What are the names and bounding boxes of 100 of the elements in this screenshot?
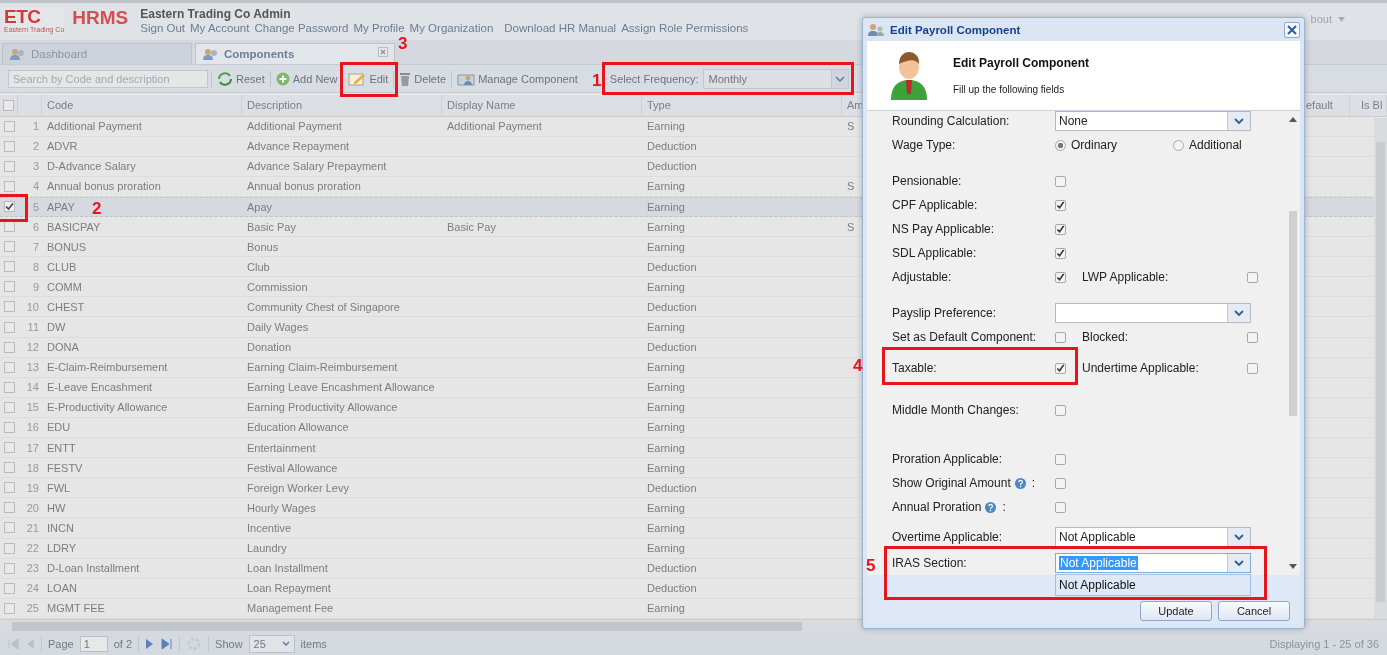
- column-header[interactable]: Is Bl: [1361, 99, 1383, 112]
- header-link[interactable]: My Organization: [409, 22, 494, 34]
- row-checkbox[interactable]: [3, 221, 15, 233]
- table-cell: Incentive: [247, 521, 292, 534]
- checkbox[interactable]: [1055, 362, 1066, 374]
- header-link[interactable]: Assign Role Permissions: [621, 22, 749, 34]
- header-link[interactable]: My Profile: [353, 22, 405, 34]
- column-header[interactable]: efault: [1306, 99, 1333, 112]
- row-checkbox[interactable]: [3, 201, 15, 213]
- previous-page-icon[interactable]: [25, 637, 35, 650]
- radio-option[interactable]: Ordinary: [1055, 138, 1117, 152]
- toolbar-button[interactable]: Edit: [346, 69, 391, 89]
- table-cell: S: [847, 180, 855, 193]
- checkbox[interactable]: [1055, 331, 1066, 343]
- select-all-checkbox[interactable]: [3, 99, 14, 111]
- row-checkbox[interactable]: [3, 462, 15, 474]
- checkbox[interactable]: [1055, 404, 1066, 416]
- toolbar-button[interactable]: Delete: [397, 69, 449, 89]
- row-checkbox[interactable]: [3, 562, 15, 574]
- row-checkbox[interactable]: [3, 482, 15, 494]
- column-header[interactable]: Description: [247, 99, 303, 112]
- row-checkbox[interactable]: [3, 522, 15, 534]
- row-checkbox[interactable]: [3, 582, 15, 594]
- checkbox[interactable]: [1247, 362, 1258, 374]
- users-icon: [9, 47, 25, 61]
- row-checkbox[interactable]: [3, 542, 15, 554]
- toolbar-button[interactable]: Add New: [273, 69, 340, 89]
- checkbox[interactable]: [1247, 271, 1258, 283]
- toolbar-button[interactable]: Reset: [215, 69, 267, 89]
- frequency-dropdown[interactable]: Monthly: [702, 69, 849, 89]
- table-cell: Deduction: [647, 341, 697, 354]
- table-cell: Foreign Worker Levy: [247, 481, 349, 494]
- page-count: of 2: [113, 637, 133, 650]
- column-header[interactable]: Code: [47, 99, 74, 112]
- row-checkbox[interactable]: [3, 160, 15, 172]
- last-page-icon[interactable]: [161, 637, 174, 650]
- row-checkbox[interactable]: [3, 361, 15, 373]
- table-cell: Earning: [647, 381, 685, 394]
- scrollbar-thumb[interactable]: [1289, 211, 1297, 416]
- table-cell: Earning: [647, 602, 685, 615]
- row-checkbox[interactable]: [3, 120, 15, 132]
- toolbar-button[interactable]: Manage Component: [455, 69, 580, 89]
- row-checkbox[interactable]: [3, 321, 15, 333]
- row-checkbox[interactable]: [3, 341, 15, 353]
- checkbox[interactable]: [1055, 223, 1066, 235]
- page-number-field[interactable]: 1: [79, 635, 108, 652]
- dropdown-field[interactable]: [1055, 303, 1251, 323]
- checkbox[interactable]: [1055, 477, 1066, 489]
- dropdown-option[interactable]: Not Applicable: [1056, 575, 1250, 595]
- row-checkbox[interactable]: [3, 401, 15, 413]
- table-cell: Basic Pay: [447, 220, 496, 233]
- row-checkbox[interactable]: [3, 140, 15, 152]
- tab[interactable]: Components: [195, 43, 395, 64]
- dropdown-field[interactable]: Not Applicable: [1055, 527, 1251, 547]
- field-label: Wage Type:: [892, 138, 956, 152]
- about-menu[interactable]: bout: [1310, 13, 1332, 25]
- row-checkbox[interactable]: [3, 502, 15, 514]
- help-icon[interactable]: [1014, 477, 1026, 489]
- close-button[interactable]: [1284, 21, 1300, 38]
- table-cell: LDRY: [47, 542, 77, 555]
- row-checkbox[interactable]: [3, 301, 15, 313]
- row-checkbox[interactable]: [3, 602, 15, 614]
- checkbox[interactable]: [1055, 199, 1066, 211]
- scroll-down-icon[interactable]: [1289, 564, 1297, 569]
- checkbox[interactable]: [1055, 271, 1066, 283]
- row-checkbox[interactable]: [3, 381, 15, 393]
- help-icon[interactable]: [985, 501, 997, 513]
- column-header[interactable]: Display Name: [447, 99, 516, 112]
- header-link[interactable]: Sign Out: [140, 22, 185, 34]
- checkbox[interactable]: [1055, 453, 1066, 465]
- search-field[interactable]: Search by Code and description: [8, 70, 208, 88]
- row-checkbox[interactable]: [3, 442, 15, 454]
- row-checkbox[interactable]: [3, 281, 15, 293]
- row-number: 22: [26, 542, 39, 555]
- dropdown-field[interactable]: None: [1055, 111, 1251, 131]
- row-checkbox[interactable]: [3, 422, 15, 433]
- table-cell: Earning: [647, 220, 685, 233]
- row-number: 6: [32, 220, 39, 233]
- table-cell: MGMT FEE: [47, 602, 105, 615]
- row-checkbox[interactable]: [3, 241, 15, 253]
- tab[interactable]: Dashboard: [2, 43, 192, 64]
- dropdown-field[interactable]: Not Applicable: [1055, 553, 1251, 573]
- column-header[interactable]: Type: [647, 99, 671, 112]
- page-size-dropdown[interactable]: 25: [248, 634, 295, 653]
- row-checkbox[interactable]: [3, 261, 15, 273]
- dialog-button[interactable]: Update: [1140, 601, 1212, 621]
- checkbox[interactable]: [1247, 331, 1258, 343]
- radio-option[interactable]: Additional: [1173, 138, 1242, 152]
- first-page-icon[interactable]: [7, 637, 19, 650]
- close-icon[interactable]: [378, 47, 388, 57]
- row-checkbox[interactable]: [3, 180, 15, 192]
- header-link[interactable]: Download HR Manual: [504, 22, 617, 34]
- dialog-button[interactable]: Cancel: [1218, 601, 1290, 621]
- checkbox[interactable]: [1055, 247, 1066, 259]
- header-link[interactable]: My Account: [190, 22, 250, 34]
- dialog-heading: Edit Payroll Component: [953, 56, 1089, 70]
- annotation-number: 4: [853, 357, 863, 375]
- checkbox[interactable]: [1055, 175, 1066, 187]
- checkbox[interactable]: [1055, 501, 1066, 513]
- header-link[interactable]: Change Password: [254, 22, 349, 34]
